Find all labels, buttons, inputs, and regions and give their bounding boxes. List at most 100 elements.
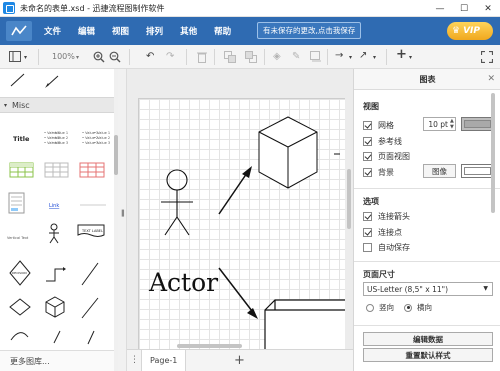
vip-label: VIP (463, 26, 480, 36)
arrow-to-cube[interactable] (218, 166, 252, 215)
grid-option[interactable]: 网格 (363, 120, 394, 131)
grid-size-spinner[interactable]: ▲ ▼ (450, 118, 454, 130)
line-color-icon[interactable]: ✎ (292, 51, 300, 63)
minimize-button[interactable]: — (428, 0, 452, 17)
title-shape-label: Title (13, 135, 30, 143)
document-shape[interactable] (8, 192, 25, 214)
arrow-to-box[interactable] (218, 267, 258, 319)
reset-style-button[interactable]: 重置默认样式 (363, 348, 493, 362)
list-shape[interactable]: • Value 1 • Value 2 • Value 3 • Value 1 … (82, 131, 110, 145)
svg-text:• Value 3: • Value 3 (52, 141, 68, 145)
line-shape[interactable] (81, 297, 99, 319)
background-checkbox[interactable] (363, 168, 372, 177)
sidebar-splitter[interactable]: ❚ (118, 69, 127, 371)
menu-view[interactable]: 视图 (112, 25, 129, 37)
unsaved-changes-button[interactable]: 有未保存的更改,点击我保存 (257, 22, 362, 39)
guides-option[interactable]: 参考线 (363, 136, 402, 147)
box-bottom[interactable] (264, 299, 345, 349)
to-back-icon[interactable] (245, 51, 257, 63)
rhombus-shape[interactable] (9, 298, 31, 316)
background-label: 背景 (378, 168, 394, 177)
insert-dropdown-icon[interactable]: ▾ (409, 52, 412, 64)
add-page-button[interactable]: + (234, 353, 245, 368)
undo-icon[interactable]: ↶ (146, 51, 154, 63)
menu-help[interactable]: 帮助 (214, 25, 231, 37)
menu-file[interactable]: 文件 (44, 25, 61, 37)
misc-section-header[interactable]: ▾ Misc (0, 97, 114, 113)
cube-top[interactable] (258, 116, 318, 189)
redo-icon[interactable]: ↷ (166, 51, 174, 63)
collapse-icon: ▾ (4, 101, 8, 109)
zoom-out-icon[interactable] (109, 51, 121, 63)
connection-arrows-option[interactable]: 连接箭头 (363, 211, 410, 222)
canvas-vertical-scrollbar[interactable] (345, 69, 353, 349)
line-shape[interactable] (53, 330, 61, 344)
guides-checkbox[interactable] (363, 137, 372, 146)
connector-icon[interactable]: → (335, 50, 343, 62)
svg-text:• Value 2: • Value 2 (94, 136, 110, 140)
grid-checkbox[interactable] (363, 121, 372, 130)
delete-icon[interactable] (197, 51, 207, 63)
page-view-checkbox[interactable] (363, 152, 372, 161)
menu-edit[interactable]: 编辑 (78, 25, 95, 37)
more-libraries-button[interactable]: 更多图库... (0, 350, 114, 371)
svg-text:• Value 1: • Value 1 (52, 131, 68, 135)
background-option[interactable]: 背景 (363, 167, 394, 178)
zoom-level[interactable]: 100% (52, 52, 75, 61)
actor-shape[interactable] (49, 223, 59, 244)
grid-label: 网格 (378, 121, 394, 130)
zoom-dropdown-icon[interactable]: ▾ (76, 52, 79, 64)
actor-figure[interactable] (161, 169, 193, 236)
table-shape[interactable] (44, 162, 69, 178)
waypoint-dropdown-icon[interactable]: ▾ (373, 52, 376, 64)
panel-scrollbar[interactable] (490, 90, 496, 371)
connection-points-checkbox[interactable] (363, 228, 372, 237)
page-view-option[interactable]: 页面视图 (363, 151, 410, 162)
cube-shape[interactable] (45, 296, 65, 318)
portrait-radio[interactable] (366, 303, 374, 312)
menu-other[interactable]: 其他 (180, 25, 197, 37)
maximize-button[interactable]: ☐ (452, 0, 476, 17)
fill-color-icon[interactable]: ◈ (273, 51, 281, 63)
text-label-shape-label: TEXT LABEL (81, 229, 103, 233)
waypoint-icon[interactable]: ↗ (359, 50, 367, 62)
line-shape[interactable] (87, 330, 95, 345)
page-size-select[interactable]: US-Letter (8,5" x 11") ▼ (363, 282, 493, 296)
decision-shape[interactable]: DECISION (9, 260, 31, 286)
diagonal-line-shape[interactable] (81, 262, 99, 286)
zoom-in-icon[interactable] (93, 51, 105, 63)
insert-icon[interactable]: + (396, 48, 407, 61)
menu-arrange[interactable]: 排列 (146, 25, 163, 37)
close-button[interactable]: ✕ (476, 0, 500, 17)
diagram: Actor (148, 116, 345, 349)
page-menu-icon[interactable]: ⋮ (130, 355, 139, 365)
table-shape[interactable] (79, 162, 105, 178)
shadow-icon[interactable] (310, 51, 322, 62)
to-front-icon[interactable] (224, 51, 236, 63)
autosave-option[interactable]: 自动保存 (363, 242, 410, 253)
landscape-radio[interactable] (404, 303, 412, 312)
panel-header: 图表 ✕ (354, 69, 500, 90)
text-label-shape[interactable]: TEXT LABEL (77, 224, 105, 237)
fullscreen-icon[interactable] (481, 51, 493, 63)
list-shape[interactable]: • Value 1 • Value 2 • Value 3 • Value 1 … (44, 131, 68, 145)
vertical-text-shape[interactable]: Vertical Text (7, 236, 29, 240)
panel-close-icon[interactable]: ✕ (487, 74, 495, 84)
table-shape[interactable] (9, 162, 34, 178)
connection-arrows-checkbox[interactable] (363, 212, 372, 221)
background-image-button[interactable]: 图像 (423, 164, 456, 178)
layout-icon[interactable] (9, 51, 21, 62)
drawing-page[interactable]: Actor (138, 98, 345, 349)
curve-shape[interactable] (10, 332, 29, 341)
vip-badge[interactable]: ♛ VIP (447, 22, 493, 40)
title-shape[interactable]: Title (13, 135, 30, 143)
autosave-checkbox[interactable] (363, 243, 372, 252)
layout-dropdown-icon[interactable]: ▾ (24, 52, 27, 64)
link-shape[interactable]: Link (49, 203, 59, 209)
page-tab[interactable]: Page-1 (141, 350, 187, 371)
canvas-area[interactable]: Actor (127, 69, 345, 349)
edit-data-button[interactable]: 编辑数据 (363, 332, 493, 346)
connection-points-option[interactable]: 连接点 (363, 227, 402, 238)
step-arrow-shape[interactable] (46, 267, 66, 282)
connector-dropdown-icon[interactable]: ▾ (349, 52, 352, 64)
